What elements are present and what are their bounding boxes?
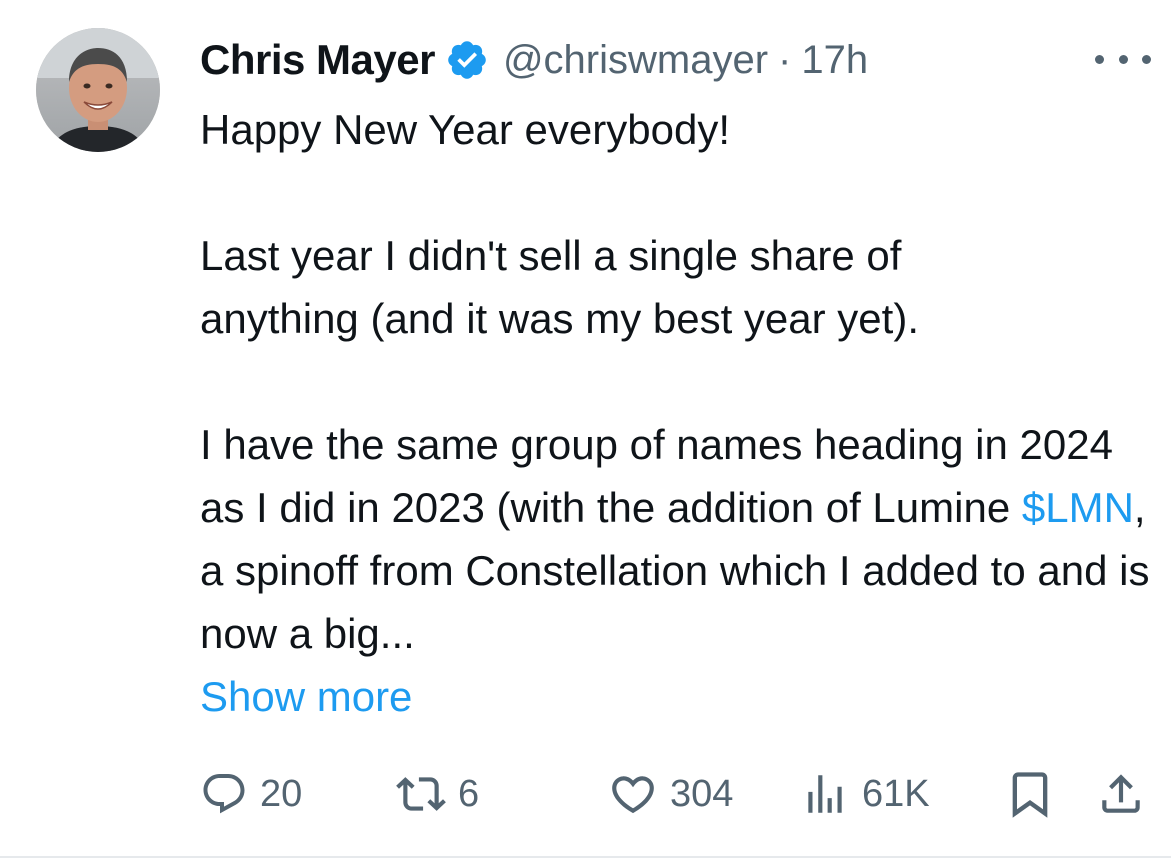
profile-photo-icon (36, 28, 160, 152)
show-more-link[interactable]: Show more (200, 665, 1150, 728)
bookmark-button[interactable] (1004, 762, 1056, 826)
tweet-paragraph: Last year I didn't sell a single share o… (200, 232, 919, 342)
ellipsis-icon[interactable] (1095, 44, 1151, 74)
separator-dot: · (778, 37, 792, 82)
repost-button[interactable]: 6 (396, 762, 479, 826)
repost-icon (396, 777, 446, 811)
avatar[interactable] (36, 28, 160, 152)
tweet-text-span: I have the same group of names heading i… (200, 421, 1113, 531)
views-button[interactable]: 61K (800, 762, 930, 826)
action-bar: 20 6 304 61K (0, 762, 1171, 826)
share-button[interactable] (1096, 762, 1146, 826)
handle[interactable]: @chriswmayer (503, 38, 768, 83)
reply-button[interactable]: 20 (200, 762, 302, 826)
verified-badge-icon[interactable] (445, 38, 489, 82)
tweet-header: Chris Mayer @chriswmayer · 17h (200, 34, 868, 86)
views-count: 61K (862, 772, 930, 815)
tweet-paragraph: I have the same group of names heading i… (200, 413, 1150, 665)
tweet: Chris Mayer @chriswmayer · 17h Happy New… (0, 0, 1171, 858)
share-icon (1102, 774, 1140, 813)
tweet-paragraph: Happy New Year everybody! (200, 106, 730, 153)
heart-icon (612, 776, 654, 814)
views-chart-icon (808, 775, 842, 813)
repost-count: 6 (458, 772, 480, 815)
cashtag-link[interactable]: $LMN (1022, 484, 1134, 531)
reply-count: 20 (260, 772, 303, 815)
reply-icon (203, 774, 245, 814)
bookmark-icon (1012, 772, 1048, 818)
display-name[interactable]: Chris Mayer (200, 36, 435, 84)
timestamp[interactable]: 17h (801, 38, 868, 83)
like-count: 304 (670, 772, 734, 815)
tweet-text: Happy New Year everybody! Last year I di… (200, 98, 1150, 728)
like-button[interactable]: 304 (608, 762, 733, 826)
